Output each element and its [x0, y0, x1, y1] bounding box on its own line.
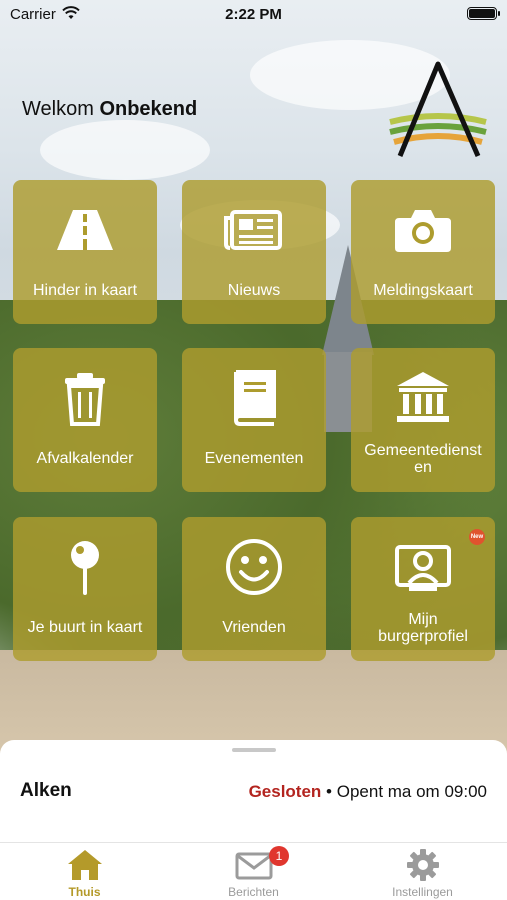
map-pin-icon — [71, 541, 99, 595]
tab-label: Instellingen — [392, 885, 453, 899]
opening-hours-sheet[interactable]: Alken Gesloten • Opent ma om 09:00 — [0, 740, 507, 842]
tile-label: Meldingskaart — [373, 282, 473, 299]
welcome-label: Welkom — [22, 98, 94, 120]
tile-label-line2: en — [414, 459, 432, 476]
tile-je-buurt-in-kaart[interactable]: Je buurt in kaart — [13, 517, 157, 661]
tile-label: Gemeentedienst en — [355, 442, 491, 476]
user-name: Onbekend — [99, 98, 198, 120]
closed-status: Gesloten — [248, 782, 322, 801]
tile-mijn-burgerprofiel[interactable]: New Mijn burgerprofiel — [351, 517, 495, 661]
status-bar: Carrier 2:22 PM — [0, 0, 507, 28]
tab-label: Berichten — [228, 885, 279, 899]
home-icon — [68, 850, 102, 880]
tile-label: Je buurt in kaart — [27, 619, 143, 636]
trash-icon — [65, 373, 105, 426]
tile-label: Vrienden — [222, 619, 286, 636]
municipality-logo — [389, 61, 487, 157]
tile-vrienden[interactable]: Vrienden — [182, 517, 326, 661]
tile-label-line1: Mijn — [408, 611, 438, 628]
mail-icon — [235, 852, 273, 880]
tile-label: Mijn burgerprofiel — [355, 611, 491, 645]
tab-instellingen[interactable]: Instellingen — [338, 843, 507, 900]
tile-label-line1: Gemeentedienst — [364, 442, 482, 459]
tile-gemeentediensten[interactable]: Gemeentedienst en — [351, 348, 495, 492]
battery-icon — [467, 7, 500, 20]
road-icon — [57, 210, 113, 250]
unread-badge: 1 — [269, 846, 289, 866]
tab-berichten[interactable]: 1 Berichten — [169, 843, 338, 900]
tile-label: Hinder in kaart — [32, 282, 138, 299]
tile-label-line2: burgerprofiel — [378, 628, 468, 645]
clock: 2:22 PM — [225, 6, 282, 23]
tab-label: Thuis — [68, 885, 101, 899]
profile-card-icon — [395, 545, 451, 591]
location-name: Alken — [20, 780, 72, 801]
tab-bar: Thuis 1 Berichten Instellingen — [0, 842, 507, 900]
tile-label: Evenementen — [204, 450, 304, 467]
tile-nieuws[interactable]: Nieuws — [182, 180, 326, 324]
opens-text: Opent ma om 09:00 — [336, 782, 487, 801]
newspaper-icon — [224, 210, 282, 250]
tile-meldingskaart[interactable]: Meldingskaart — [351, 180, 495, 324]
gear-icon — [407, 849, 439, 881]
new-badge: New — [469, 529, 485, 545]
tile-hinder-in-kaart[interactable]: Hinder in kaart — [13, 180, 157, 324]
smiley-icon — [226, 539, 282, 595]
tab-thuis[interactable]: Thuis — [0, 843, 169, 900]
tile-label: Nieuws — [227, 282, 281, 299]
sheet-grabber[interactable] — [232, 748, 276, 752]
tile-evenementen[interactable]: Evenementen — [182, 348, 326, 492]
camera-icon — [395, 210, 451, 252]
status-separator: • — [326, 782, 337, 801]
tile-label: Afvalkalender — [36, 450, 134, 467]
book-icon — [233, 370, 276, 426]
bank-icon — [397, 372, 449, 422]
opening-status: Gesloten • Opent ma om 09:00 — [249, 782, 487, 802]
welcome-text: Welkom Onbekend — [22, 98, 197, 121]
tile-afvalkalender[interactable]: Afvalkalender — [13, 348, 157, 492]
